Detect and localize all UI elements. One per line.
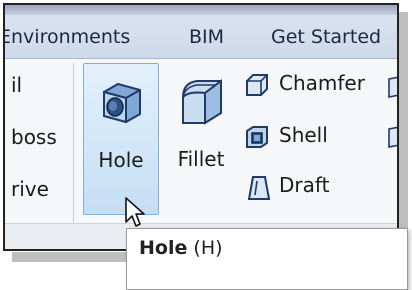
hole-button[interactable]: Hole (83, 63, 159, 215)
draft-icon (243, 173, 271, 205)
hole-tooltip: Hole (H) (126, 228, 408, 290)
ribbon-window: Environments BIM Get Started il boss riv… (3, 3, 399, 251)
tooltip-shortcut: (H) (193, 237, 223, 259)
fillet-button-label: Fillet (177, 147, 225, 171)
left-command-1[interactable]: il (11, 73, 22, 97)
panel-divider (73, 63, 74, 223)
frame-shadow-right (398, 12, 408, 262)
overflow-icon-2[interactable] (387, 125, 397, 149)
mouse-pointer-icon (124, 196, 146, 232)
chamfer-icon (243, 71, 271, 103)
fillet-icon (175, 77, 227, 131)
left-command-3[interactable]: rive (11, 177, 49, 201)
ribbon-panel-modify: il boss rive Hole Fillet Chamfer Shell D… (5, 59, 397, 249)
chamfer-label: Chamfer (279, 71, 365, 95)
fillet-button[interactable]: Fillet (163, 63, 239, 213)
draft-label: Draft (279, 173, 330, 197)
overflow-icon-1[interactable] (387, 75, 397, 99)
tab-get-started[interactable]: Get Started (271, 19, 381, 55)
hole-icon (98, 78, 144, 128)
ribbon-tab-strip: Environments BIM Get Started (5, 5, 397, 59)
shell-label: Shell (279, 123, 328, 147)
shell-icon (243, 123, 271, 155)
hole-button-label: Hole (98, 148, 144, 172)
tab-bim[interactable]: BIM (189, 19, 224, 55)
tooltip-command-name: Hole (139, 237, 188, 259)
title-bar-edge (5, 5, 397, 15)
tab-environments[interactable]: Environments (5, 19, 130, 55)
tooltip-title: Hole (H) (139, 237, 223, 259)
left-command-2[interactable]: boss (11, 125, 57, 149)
